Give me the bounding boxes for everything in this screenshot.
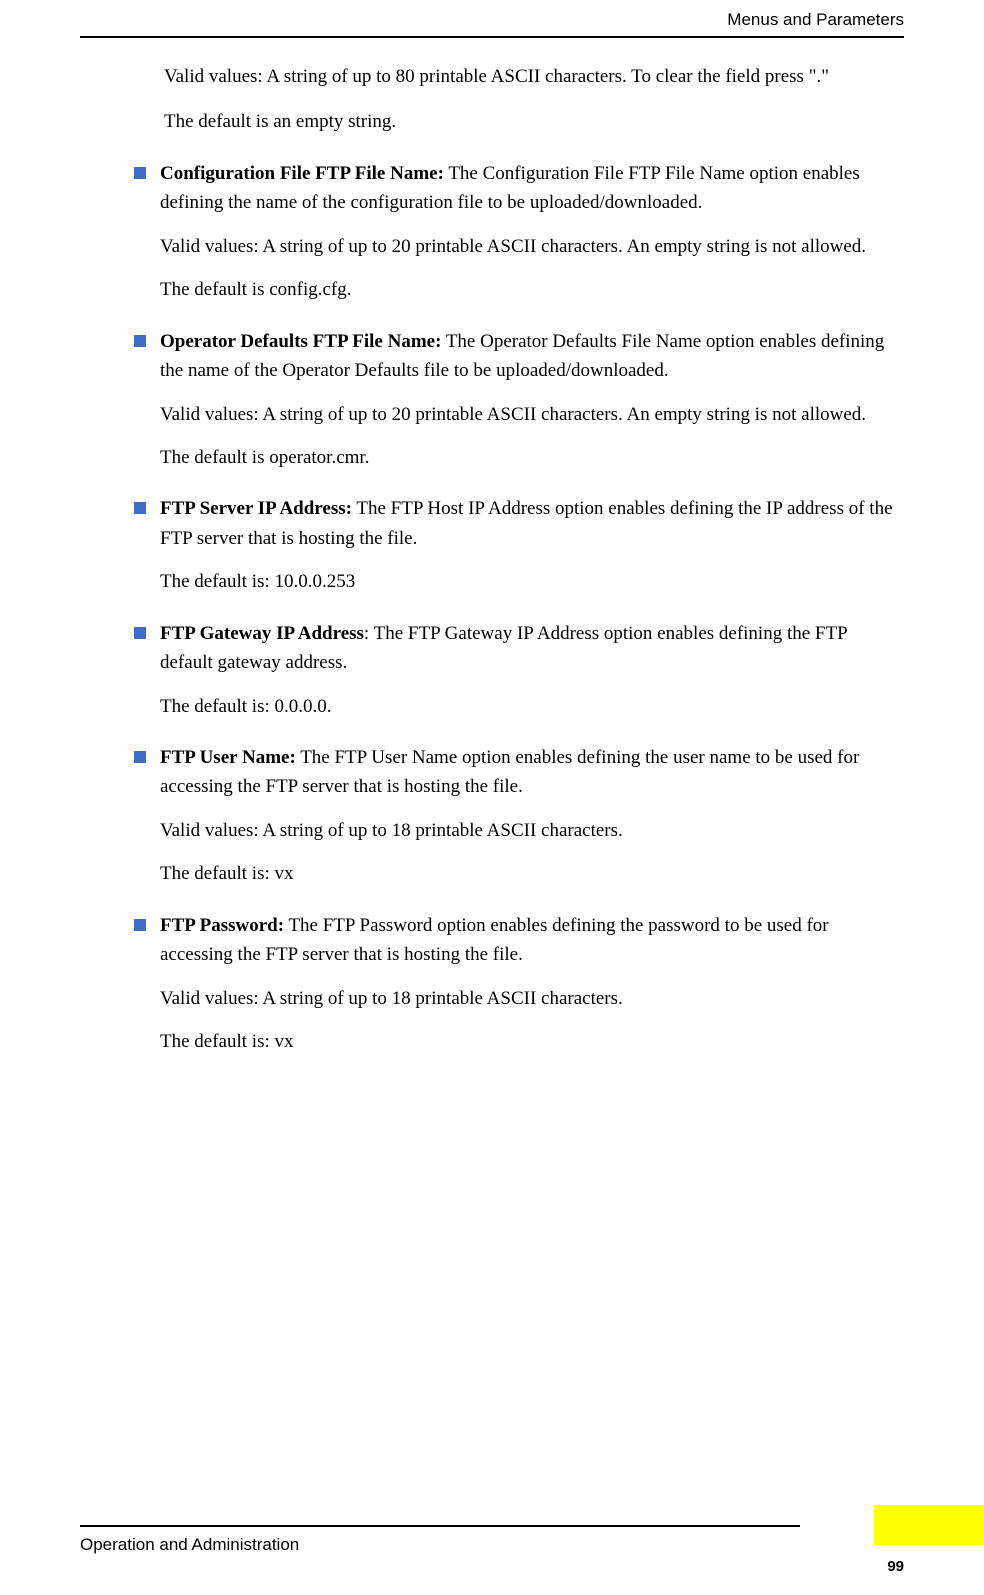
page-number: 99 xyxy=(887,1558,904,1575)
footer-text: Operation and Administration xyxy=(80,1535,904,1555)
item-sub: The default is: vx xyxy=(160,859,904,888)
item-title: FTP Password: xyxy=(160,915,284,936)
footer-rule xyxy=(80,1525,800,1527)
item-title: FTP Gateway IP Address xyxy=(160,623,364,644)
page-header: Menus and Parameters xyxy=(80,10,904,38)
bullet-square-icon xyxy=(134,627,146,639)
list-item: FTP Gateway IP Address: The FTP Gateway … xyxy=(160,619,904,678)
header-section-title: Menus and Parameters xyxy=(80,10,904,30)
page-content: Valid values: A string of up to 80 print… xyxy=(160,62,904,1071)
item-sub: The default is: vx xyxy=(160,1027,904,1056)
bullet-square-icon xyxy=(134,502,146,514)
bullet-square-icon xyxy=(134,335,146,347)
item-sub: The default is operator.cmr. xyxy=(160,443,904,472)
list-item: FTP Password: The FTP Password option en… xyxy=(160,911,904,970)
item-title: FTP Server IP Address: xyxy=(160,498,352,519)
item-sub: Valid values: A string of up to 20 print… xyxy=(160,400,904,429)
list-item: FTP Server IP Address: The FTP Host IP A… xyxy=(160,494,904,553)
item-sub: Valid values: A string of up to 18 print… xyxy=(160,984,904,1013)
intro-default: The default is an empty string. xyxy=(164,107,904,136)
item-sub: The default is: 10.0.0.253 xyxy=(160,567,904,596)
intro-valid-values: Valid values: A string of up to 80 print… xyxy=(164,62,904,91)
item-sub: Valid values: A string of up to 20 print… xyxy=(160,232,904,261)
item-title: FTP User Name: xyxy=(160,747,296,768)
list-item: Configuration File FTP File Name: The Co… xyxy=(160,159,904,218)
list-item: Operator Defaults FTP File Name: The Ope… xyxy=(160,327,904,386)
bullet-square-icon xyxy=(134,751,146,763)
header-rule xyxy=(80,36,904,38)
page-footer: Operation and Administration xyxy=(80,1525,904,1555)
bullet-square-icon xyxy=(134,919,146,931)
item-sub: The default is config.cfg. xyxy=(160,275,904,304)
item-title: Operator Defaults FTP File Name: xyxy=(160,331,441,352)
list-item: FTP User Name: The FTP User Name option … xyxy=(160,743,904,802)
bullet-square-icon xyxy=(134,167,146,179)
item-sub: Valid values: A string of up to 18 print… xyxy=(160,816,904,845)
item-sub: The default is: 0.0.0.0. xyxy=(160,692,904,721)
item-title: Configuration File FTP File Name: xyxy=(160,163,444,184)
